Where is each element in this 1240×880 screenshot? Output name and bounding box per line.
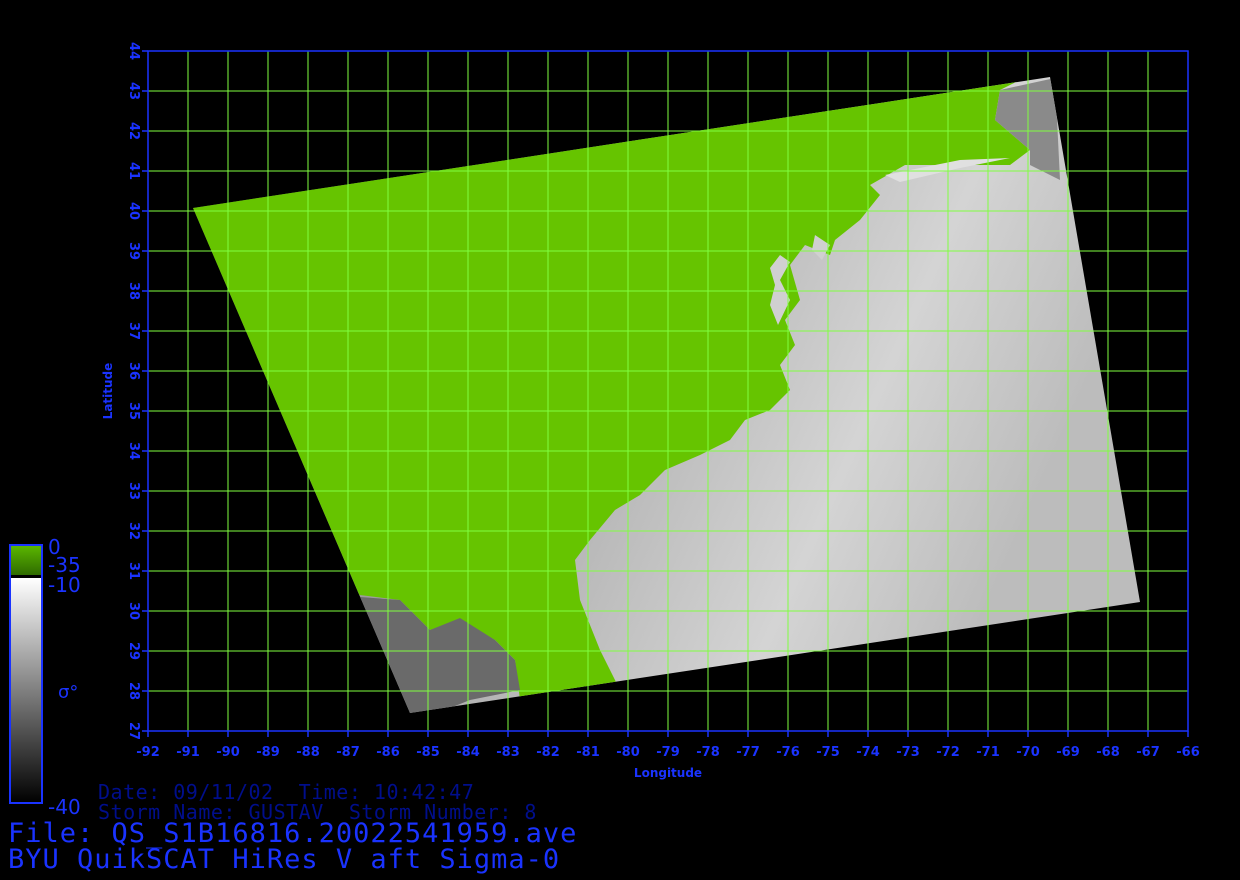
latitude-tick-label: 36 [126, 362, 141, 380]
latitude-tick-label: 44 [126, 42, 141, 60]
longitude-tick-label: -85 [416, 745, 440, 760]
sigma0-map: -92 -91 -90 -89 -88 -87 -86 -85 -84 -83 -82 -81 -80 -… [9, 42, 1200, 819]
colorbar-symbol: σ° [58, 682, 78, 703]
longitude-tick-labels: -92 -91 -90 -89 -88 -87 -86 -85 -84 -83 -82 -81 -80 -… [136, 745, 1200, 760]
x-axis-title: Longitude [634, 766, 702, 780]
latitude-tick-label: 31 [126, 562, 141, 580]
longitude-tick-label: -74 [856, 745, 880, 760]
colorbar-ocean-bottom: -40 [48, 795, 81, 819]
latitude-tick-label: 29 [126, 642, 141, 660]
latitude-tick-label: 43 [126, 82, 141, 100]
longitude-tick-label: -79 [656, 745, 680, 760]
longitude-tick-label: -86 [376, 745, 400, 760]
latitude-tick-label: 42 [126, 122, 141, 140]
longitude-tick-label: -67 [1136, 745, 1160, 760]
longitude-tick-label: -89 [256, 745, 280, 760]
longitude-tick-label: -87 [336, 745, 360, 760]
longitude-tick-label: -66 [1176, 745, 1200, 760]
longitude-tick-label: -78 [696, 745, 720, 760]
latitude-tick-label: 35 [126, 402, 141, 420]
latitude-tick-label: 38 [126, 282, 141, 300]
latitude-tick-label: 39 [126, 242, 141, 260]
longitude-tick-label: -76 [776, 745, 800, 760]
colorbar-ocean-segment [10, 578, 42, 803]
longitude-tick-label: -77 [736, 745, 760, 760]
colorbar: 0 -35 -10 -40 σ° [9, 535, 81, 819]
longitude-tick-label: -91 [176, 745, 200, 760]
latitude-tick-label: 27 [126, 722, 141, 740]
colorbar-ocean-top: -10 [48, 573, 81, 597]
longitude-tick-label: -69 [1056, 745, 1080, 760]
longitude-tick-label: -75 [816, 745, 840, 760]
latitude-tick-label: 34 [126, 442, 141, 460]
latitude-tick-label: 40 [126, 202, 141, 220]
longitude-tick-label: -90 [216, 745, 240, 760]
longitude-tick-label: -68 [1096, 745, 1120, 760]
longitude-tick-label: -81 [576, 745, 600, 760]
latitude-tick-label: 37 [126, 322, 141, 340]
longitude-tick-label: -73 [896, 745, 920, 760]
latitude-tick-label: 28 [126, 682, 141, 700]
longitude-tick-label: -83 [496, 745, 520, 760]
latitude-tick-labels: 27 28 29 30 31 32 33 34 35 36 37 38 39 40 41 42 43 44 [126, 42, 141, 740]
longitude-tick-label: -84 [456, 745, 480, 760]
longitude-tick-label: -82 [536, 745, 560, 760]
y-axis-title: Latitude [101, 363, 115, 420]
latitude-tick-label: 30 [126, 602, 141, 620]
latitude-tick-label: 32 [126, 522, 141, 540]
longitude-tick-label: -71 [976, 745, 1000, 760]
longitude-tick-label: -72 [936, 745, 960, 760]
longitude-tick-label: -92 [136, 745, 160, 760]
longitude-tick-label: -88 [296, 745, 320, 760]
longitude-tick-label: -70 [1016, 745, 1040, 760]
colorbar-land-segment [10, 545, 42, 575]
product-line: BYU QuikSCAT HiRes V aft Sigma-0 [8, 844, 561, 875]
longitude-tick-label: -80 [616, 745, 640, 760]
latitude-tick-label: 33 [126, 482, 141, 500]
latitude-tick-label: 41 [126, 162, 141, 180]
